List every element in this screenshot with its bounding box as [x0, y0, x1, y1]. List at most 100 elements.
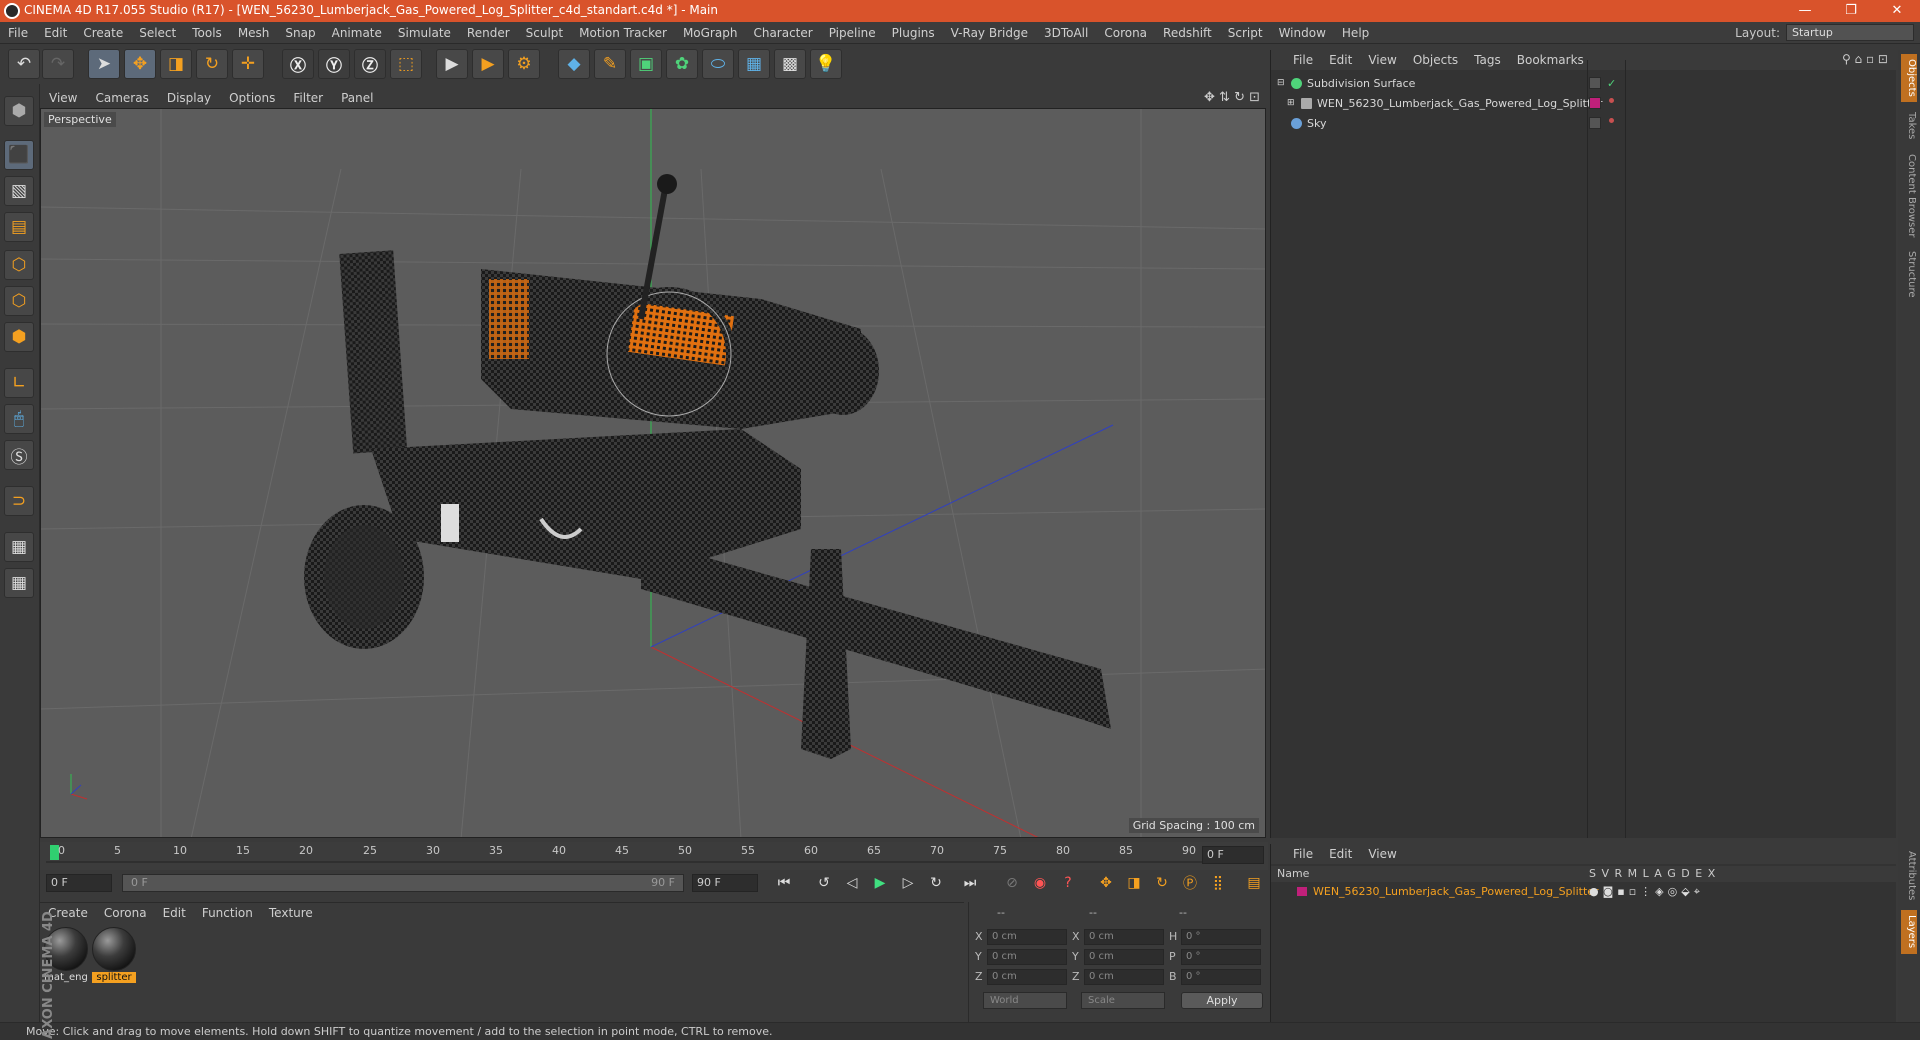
snap-settings-icon[interactable]: Ⓢ [4, 440, 34, 470]
coord-mode-dropdown[interactable]: World [983, 992, 1067, 1009]
record-keys-disabled-icon[interactable]: ⊘ [1000, 872, 1024, 894]
start-frame-field[interactable]: 0 F [46, 874, 112, 892]
obj-menu-edit[interactable]: Edit [1321, 50, 1360, 70]
play-icon[interactable]: ▶ [868, 872, 892, 894]
obj-menu-view[interactable]: View [1360, 50, 1404, 70]
render-view-icon[interactable]: ▶ [436, 49, 468, 79]
y-axis-lock-icon[interactable]: Ⓨ [318, 49, 350, 79]
rotation-p-field[interactable]: 0 ° [1181, 949, 1261, 965]
redo-icon[interactable]: ↷ [42, 49, 74, 79]
layout-dropdown[interactable]: Startup [1786, 24, 1914, 41]
menu-redshift[interactable]: Redshift [1155, 22, 1220, 44]
menu-create[interactable]: Create [75, 22, 131, 44]
object-manager-search-icon[interactable]: ⚲ ⌂ ▫ ⊡ [1842, 52, 1888, 66]
current-frame-field[interactable]: 0 F [1202, 846, 1264, 864]
viewport-menu-display[interactable]: Display [158, 88, 220, 108]
menu-vray-bridge[interactable]: V-Ray Bridge [943, 22, 1036, 44]
obj-menu-bookmarks[interactable]: Bookmarks [1509, 50, 1592, 70]
object-row-sky[interactable]: Sky [1271, 114, 1896, 133]
tab-structure[interactable]: Structure [1901, 246, 1917, 302]
camera-icon[interactable]: ▩ [774, 49, 806, 79]
tab-attributes[interactable]: Attributes [1901, 846, 1917, 906]
menu-mesh[interactable]: Mesh [230, 22, 278, 44]
rotation-b-field[interactable]: 0 ° [1181, 969, 1261, 985]
layer-swatch[interactable] [1589, 117, 1601, 129]
menu-select[interactable]: Select [131, 22, 184, 44]
layer-row[interactable]: WEN_56230_Lumberjack_Gas_Powered_Log_Spl… [1271, 883, 1896, 900]
cube-primitive-icon[interactable]: ◆ [558, 49, 590, 79]
menu-plugins[interactable]: Plugins [884, 22, 943, 44]
make-editable-icon[interactable]: ⬢ [4, 96, 34, 126]
tab-takes[interactable]: Takes [1901, 106, 1917, 146]
size-mode-dropdown[interactable]: Scale [1081, 992, 1165, 1009]
size-x-field[interactable]: 0 cm [1084, 929, 1164, 945]
layer-flag-icons[interactable]: ●◙▪▫⋮◈◎⬙⌖ [1589, 883, 1704, 900]
mat-menu-function[interactable]: Function [194, 903, 261, 923]
menu-window[interactable]: Window [1271, 22, 1334, 44]
coordinate-system-icon[interactable]: ⬚ [390, 49, 422, 79]
minimize-button[interactable]: — [1782, 0, 1828, 22]
light-icon[interactable]: 💡 [810, 49, 842, 79]
viewport-menu-view[interactable]: View [40, 88, 86, 108]
next-key-icon[interactable]: ↻ [924, 872, 948, 894]
menu-3dtoall[interactable]: 3DToAll [1036, 22, 1096, 44]
position-x-field[interactable]: 0 cm [987, 929, 1067, 945]
mat-menu-corona[interactable]: Corona [96, 903, 155, 923]
layer-color-swatch[interactable] [1297, 887, 1307, 896]
key-rotation-icon[interactable]: ↻ [1150, 872, 1174, 894]
rotation-h-field[interactable]: 0 ° [1181, 929, 1261, 945]
viewport-camera-label[interactable]: Perspective [44, 112, 116, 127]
texture-mode-icon[interactable]: ▧ [4, 176, 34, 206]
menu-mograph[interactable]: MoGraph [675, 22, 746, 44]
prev-frame-icon[interactable]: ◁ [840, 872, 864, 894]
deformer-icon[interactable]: ⬭ [702, 49, 734, 79]
menu-sculpt[interactable]: Sculpt [518, 22, 571, 44]
viewport-menu-panel[interactable]: Panel [332, 88, 382, 108]
visibility-dot-icon[interactable] [1609, 118, 1614, 123]
menu-corona[interactable]: Corona [1096, 22, 1155, 44]
goto-end-icon[interactable]: ⏭ [958, 872, 982, 894]
render-to-picture-viewer-icon[interactable]: ▶ [472, 49, 504, 79]
menu-script[interactable]: Script [1220, 22, 1271, 44]
object-row-log-splitter[interactable]: ⊞ WEN_56230_Lumberjack_Gas_Powered_Log_S… [1271, 94, 1896, 113]
tab-layers[interactable]: Layers [1901, 910, 1917, 954]
layer-menu-edit[interactable]: Edit [1321, 844, 1360, 864]
menu-animate[interactable]: Animate [324, 22, 390, 44]
rotate-tool-icon[interactable]: ↻ [196, 49, 228, 79]
mat-menu-edit[interactable]: Edit [155, 903, 194, 923]
menu-character[interactable]: Character [745, 22, 820, 44]
material-swatch-selected[interactable]: splitter [92, 927, 136, 985]
menu-edit[interactable]: Edit [36, 22, 75, 44]
goto-start-icon[interactable]: ⏮ [772, 872, 796, 894]
next-frame-icon[interactable]: ▷ [896, 872, 920, 894]
layer-swatch[interactable] [1589, 77, 1601, 89]
x-axis-lock-icon[interactable]: Ⓧ [282, 49, 314, 79]
viewport-menu-options[interactable]: Options [220, 88, 284, 108]
menu-tools[interactable]: Tools [184, 22, 230, 44]
model-mode-icon[interactable]: ⬛ [4, 140, 34, 170]
mat-menu-texture[interactable]: Texture [261, 903, 321, 923]
locked-workplane-icon[interactable]: ▦ [4, 532, 34, 562]
3d-viewport[interactable]: Perspective Grid Spacing : 100 cm [40, 108, 1266, 838]
edit-render-settings-icon[interactable]: ⚙ [508, 49, 540, 79]
move-tool-icon[interactable]: ✥ [124, 49, 156, 79]
viewport-nav-icons[interactable]: ✥ ⇅ ↻ ⊡ [1204, 90, 1260, 105]
tab-objects[interactable]: Objects [1901, 54, 1917, 102]
obj-menu-objects[interactable]: Objects [1405, 50, 1466, 70]
menu-pipeline[interactable]: Pipeline [821, 22, 884, 44]
layer-menu-file[interactable]: File [1285, 844, 1321, 864]
polygons-mode-icon[interactable]: ⬢ [4, 322, 34, 352]
collapse-icon[interactable]: ⊟ [1277, 74, 1285, 93]
points-mode-icon[interactable]: ⬡ [4, 250, 34, 280]
position-y-field[interactable]: 0 cm [987, 949, 1067, 965]
position-z-field[interactable]: 0 cm [987, 969, 1067, 985]
key-param-icon[interactable]: Ⓟ [1178, 872, 1202, 894]
obj-menu-file[interactable]: File [1285, 50, 1321, 70]
viewport-menu-filter[interactable]: Filter [284, 88, 332, 108]
frame-range-slider[interactable]: 0 F 90 F [122, 874, 684, 892]
menu-render[interactable]: Render [459, 22, 518, 44]
planar-workplane-icon[interactable]: ▦ [4, 568, 34, 598]
menu-snap[interactable]: Snap [277, 22, 323, 44]
cloner-icon[interactable]: ✿ [666, 49, 698, 79]
apply-button[interactable]: Apply [1181, 992, 1263, 1009]
